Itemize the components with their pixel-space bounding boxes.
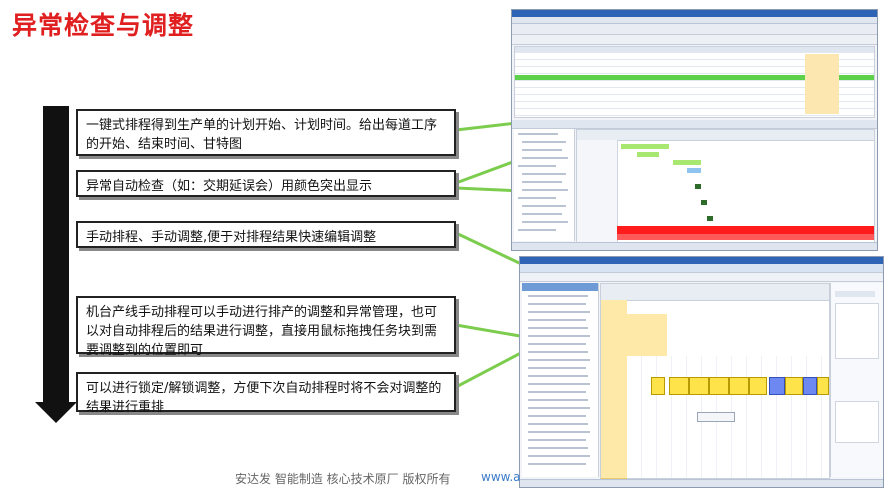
- drag-tooltip: [697, 412, 735, 422]
- nav-tree: [514, 129, 575, 241]
- right-panel: [830, 283, 883, 477]
- task-block[interactable]: [689, 377, 709, 395]
- task-block-locked[interactable]: [769, 377, 785, 395]
- callout-lock-unlock: 可以进行锁定/解锁调整，方便下次自动排程时将不会对调整的结果进行重排: [76, 372, 456, 415]
- panel-list: [835, 303, 879, 359]
- gantt-bar[interactable]: [695, 184, 701, 189]
- toolbar: [520, 273, 883, 282]
- callout-manual-adjust: 手动排程、手动调整,便于对排程结果快速编辑调整: [76, 221, 456, 248]
- resource-group: [627, 314, 667, 357]
- window-titlebar: [512, 10, 877, 17]
- gantt-bar[interactable]: [687, 168, 701, 173]
- gantt-alert-row: [617, 226, 874, 234]
- task-block[interactable]: [785, 377, 803, 395]
- aps-order-screenshot: [511, 9, 878, 251]
- callout-auto-schedule: 一键式排程得到生产单的计划开始、计划时间。给出每道工序的开始、结束时间、甘特图: [76, 109, 456, 156]
- table-header: [515, 47, 874, 53]
- gantt-resource-column: [577, 140, 618, 242]
- window-titlebar: [520, 257, 883, 264]
- footer-text: 安达发 智能制造 核心技术原厂 版权所有: [235, 472, 451, 486]
- manual-scheduling-screenshot: [519, 256, 884, 488]
- gantt-alert-row: [617, 234, 874, 240]
- task-block[interactable]: [669, 377, 689, 395]
- machine-gantt: [600, 283, 830, 479]
- panel-tab[interactable]: [835, 291, 875, 297]
- gantt-chart: [576, 129, 875, 243]
- task-block[interactable]: [651, 377, 665, 395]
- gantt-bar[interactable]: [621, 144, 669, 149]
- tab-strip: [520, 264, 883, 273]
- status-bar: [512, 242, 877, 250]
- gantt-bar[interactable]: [701, 200, 707, 205]
- task-block[interactable]: [817, 377, 829, 395]
- machine-tree: [522, 283, 599, 477]
- order-table: [514, 46, 875, 118]
- footer-url[interactable]: www.a: [481, 470, 521, 484]
- task-block[interactable]: [729, 377, 749, 395]
- task-block[interactable]: [749, 377, 767, 395]
- gantt-time-axis: [601, 284, 829, 301]
- menu-bar: [512, 17, 877, 24]
- gantt-toolbar: [512, 120, 877, 129]
- task-block-locked[interactable]: [803, 377, 817, 395]
- panel-list: [835, 401, 879, 443]
- gantt-bar[interactable]: [673, 160, 701, 165]
- status-column: [805, 54, 839, 114]
- tree-header: [522, 283, 598, 291]
- tab-strip: [512, 24, 877, 35]
- gantt-time-axis: [577, 130, 874, 141]
- task-block[interactable]: [709, 377, 729, 395]
- callout-exception-check: 异常自动检查（如：交期延误会）用颜色突出显示: [76, 170, 456, 197]
- callout-machine-manual: 机台产线手动排程可以手动进行排产的调整和异常管理，也可以对自动排程后的结果进行调…: [76, 296, 456, 358]
- resource-column: [601, 300, 627, 479]
- status-bar: [520, 479, 883, 487]
- gantt-bar[interactable]: [637, 152, 659, 157]
- gantt-bar[interactable]: [707, 216, 713, 221]
- toolbar: [512, 35, 877, 45]
